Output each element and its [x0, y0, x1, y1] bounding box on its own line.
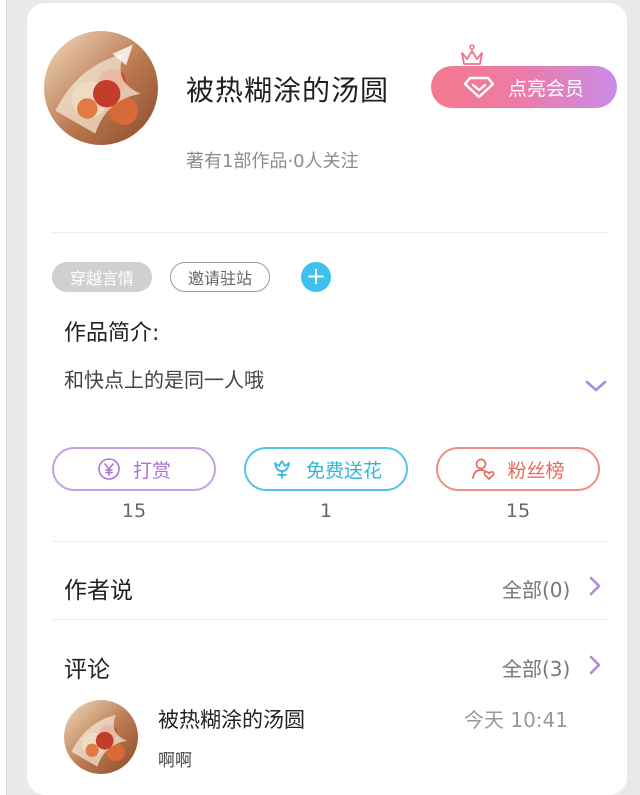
flower-count: 1 — [319, 500, 333, 522]
author-meta: 著有1部作品·0人关注 — [186, 151, 359, 172]
commenter-avatar[interactable] — [64, 700, 138, 774]
intro-text: 和快点上的是同一人哦 — [64, 368, 264, 392]
fan-person-heart-icon — [472, 458, 495, 480]
divider — [52, 619, 608, 620]
avatar-artwork-icon — [71, 714, 127, 767]
diamond-icon — [463, 76, 494, 98]
divider — [52, 232, 608, 233]
author-avatar[interactable] — [44, 31, 158, 145]
comments-more-link[interactable]: 全部(3) — [502, 653, 570, 682]
comment-timestamp: 今天 10:41 — [464, 708, 568, 732]
flower-icon — [274, 460, 290, 479]
vip-activate-button[interactable]: 点亮会员 — [431, 66, 617, 108]
send-flower-button[interactable]: 免费送花 — [244, 447, 408, 491]
comments-title: 评论 — [64, 657, 110, 683]
avatar-artwork-icon — [55, 44, 141, 134]
chevron-right-icon[interactable] — [588, 575, 602, 597]
comment-text: 啊啊 — [158, 751, 192, 771]
fans-count: 15 — [505, 500, 531, 522]
crown-icon — [461, 44, 483, 65]
chevron-right-icon[interactable] — [588, 654, 602, 676]
send-flower-label: 免费送花 — [305, 459, 382, 482]
reward-count: 15 — [121, 500, 147, 522]
author-says-title: 作者说 — [64, 578, 133, 604]
divider — [52, 541, 608, 542]
left-panel-edge — [0, 0, 7, 795]
reward-button[interactable]: 打赏 — [52, 447, 216, 491]
author-says-more-link[interactable]: 全部(0) — [502, 574, 570, 603]
vip-button-label: 点亮会员 — [507, 77, 584, 100]
yen-coin-icon — [98, 458, 120, 480]
chevron-down-icon[interactable] — [585, 378, 607, 394]
tag-genre[interactable]: 穿越言情 — [52, 262, 152, 292]
fans-ranking-label: 粉丝榜 — [507, 459, 565, 482]
tag-invite[interactable]: 邀请驻站 — [170, 262, 270, 292]
intro-title: 作品简介: — [64, 321, 160, 346]
author-name: 被热糊涂的汤圆 — [186, 74, 390, 107]
comment-username[interactable]: 被热糊涂的汤圆 — [158, 704, 305, 734]
fans-ranking-button[interactable]: 粉丝榜 — [436, 447, 600, 491]
plus-icon: + — [305, 262, 327, 290]
reward-label: 打赏 — [132, 459, 171, 482]
add-tag-button[interactable]: + — [301, 262, 331, 292]
